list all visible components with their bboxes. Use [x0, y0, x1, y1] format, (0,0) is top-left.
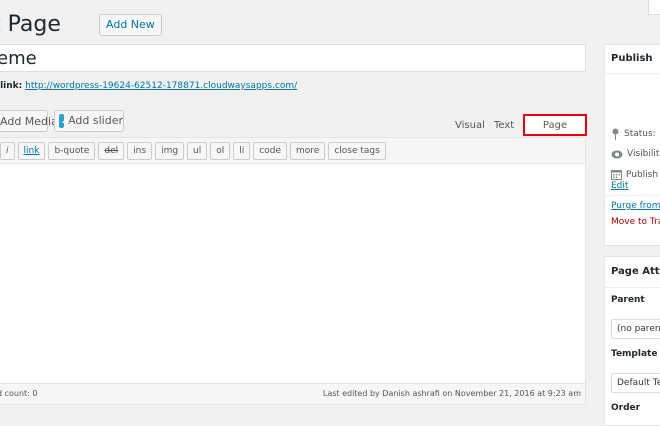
parent-label: Parent: [611, 295, 645, 305]
template-label: Template: [611, 349, 658, 359]
slider-icon: [59, 114, 71, 128]
last-edited-text: Last edited by Danish ashrafi on Novembe…: [322, 389, 581, 398]
qt-more-button[interactable]: more: [290, 142, 326, 160]
add-media-button[interactable]: Add Media: [0, 110, 58, 132]
quicktags-toolbar: i link b-quote del ins img ul ol li code…: [0, 138, 585, 164]
qt-ul-button[interactable]: ul: [187, 142, 208, 160]
status-row: Status:: [611, 128, 656, 140]
calendar-icon: [611, 170, 622, 180]
post-title-input[interactable]: eme: [0, 44, 586, 72]
tab-text[interactable]: Text: [494, 116, 514, 136]
publish-title[interactable]: Publish: [605, 45, 660, 74]
editor-status-bar: d count: 0 Last edited by Danish ashrafi…: [0, 383, 585, 404]
qt-link-button[interactable]: link: [17, 142, 46, 160]
permalink-url[interactable]: http://wordpress-19624-62512-178871.clou…: [25, 81, 297, 91]
add-slider-label: Add slider: [68, 114, 123, 127]
content-editor[interactable]: i link b-quote del ins img ul ol li code…: [0, 137, 586, 405]
published-row: Publish: [611, 169, 658, 180]
permalink-label: alink:: [0, 81, 23, 91]
purge-cache-link[interactable]: Purge from: [611, 201, 660, 211]
status-label: Status:: [624, 129, 656, 139]
qt-code-button[interactable]: code: [253, 142, 288, 160]
qt-li-button[interactable]: li: [233, 142, 251, 160]
page-attributes-title[interactable]: Page Attril: [605, 257, 660, 288]
qt-ol-button[interactable]: ol: [210, 142, 231, 160]
order-label: Order: [611, 403, 641, 413]
template-select[interactable]: Default Te: [611, 373, 660, 393]
word-count: d count: 0: [0, 389, 38, 398]
add-new-button[interactable]: Add New: [99, 14, 162, 36]
page-title: t Page: [0, 12, 61, 37]
screen-options-tab[interactable]: [648, 0, 660, 15]
publish-box: Publish Status: Visibilit Publish Edit P…: [604, 44, 660, 246]
edit-date-link[interactable]: Edit: [611, 181, 628, 191]
tab-page-builder[interactable]: Page Builder: [523, 114, 587, 151]
tab-visual[interactable]: Visual: [455, 116, 485, 136]
qt-del-button[interactable]: del: [98, 142, 125, 160]
visibility-row: Visibilit: [611, 149, 659, 159]
qt-close-tags-button[interactable]: close tags: [328, 142, 386, 160]
publish-divider: [605, 195, 660, 196]
page-attributes-box: Page Attril Parent (no paren Template De…: [604, 256, 660, 426]
permalink: alink: http://wordpress-19624-62512-1788…: [0, 81, 297, 91]
qt-img-button[interactable]: img: [155, 142, 185, 160]
qt-italic-button[interactable]: i: [0, 142, 15, 160]
qt-ins-button[interactable]: ins: [127, 142, 153, 160]
eye-icon: [611, 150, 623, 158]
visibility-label: Visibilit: [627, 149, 660, 159]
qt-bquote-button[interactable]: b-quote: [48, 142, 96, 160]
parent-select[interactable]: (no paren: [611, 319, 660, 339]
published-label: Publish: [626, 169, 659, 180]
pin-icon: [612, 128, 619, 140]
move-to-trash-link[interactable]: Move to Tra: [611, 217, 660, 227]
add-slider-button[interactable]: Add slider: [54, 110, 124, 132]
